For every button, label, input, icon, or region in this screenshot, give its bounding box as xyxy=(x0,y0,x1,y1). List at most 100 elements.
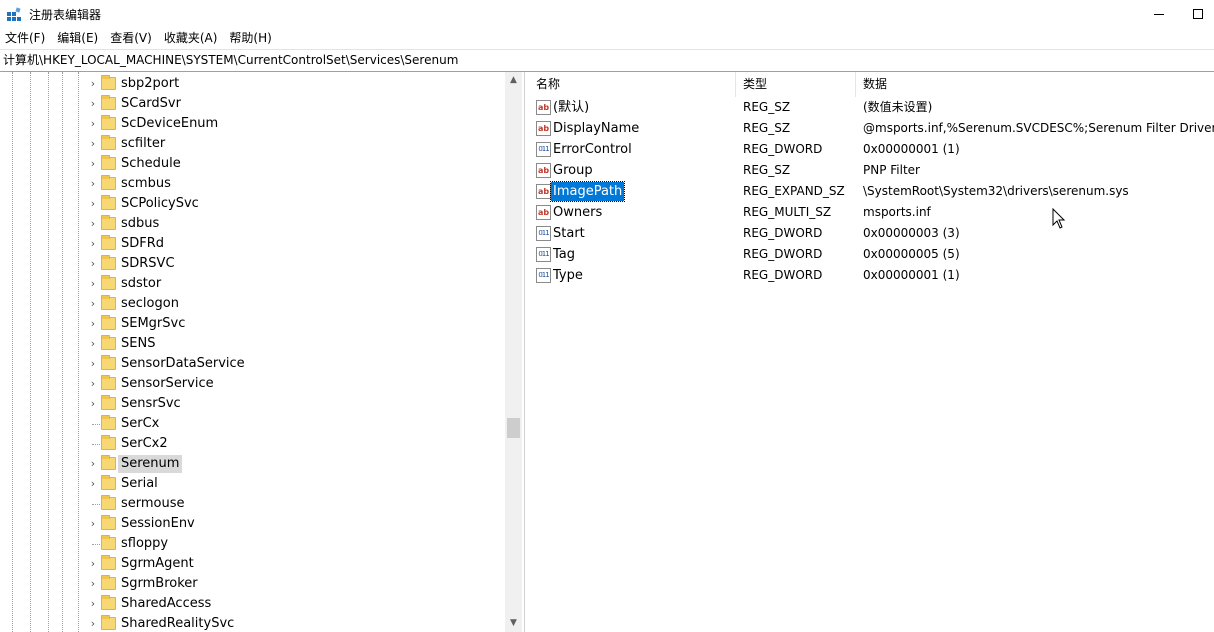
value-row[interactable]: ab Owners REG_MULTI_SZ msports.inf xyxy=(528,202,1214,223)
expand-chevron-icon[interactable]: › xyxy=(88,558,98,569)
tree-item-label: SENS xyxy=(121,336,156,351)
tree-item[interactable]: › SEMgrSvc xyxy=(0,314,505,334)
expand-chevron-icon[interactable]: › xyxy=(88,258,98,269)
tree-item[interactable]: sermouse xyxy=(0,494,505,514)
expand-chevron-icon[interactable]: › xyxy=(88,158,98,169)
tree-item[interactable]: › SharedRealitySvc xyxy=(0,614,505,632)
key-tree[interactable]: › sbp2port › SCardSvr › ScDeviceEnum › scfilter… xyxy=(0,72,524,632)
tree-item-label: seclogon xyxy=(121,296,179,311)
value-row[interactable]: 011 ErrorControl REG_DWORD 0x00000001 (1) xyxy=(528,139,1214,160)
expand-chevron-icon[interactable]: › xyxy=(88,358,98,369)
value-row[interactable]: 011 Type REG_DWORD 0x00000001 (1) xyxy=(528,265,1214,286)
tree-item[interactable]: SerCx2 xyxy=(0,434,505,454)
values-list[interactable]: 名称 类型 数据 ab (默认) REG_SZ (数值未设置) ab DisplayNam… xyxy=(528,72,1214,632)
value-data: (数值未设置) xyxy=(863,100,933,114)
tree-item[interactable]: › SharedAccess xyxy=(0,594,505,614)
expand-chevron-icon[interactable]: › xyxy=(88,518,98,529)
tree-item[interactable]: › SCardSvr xyxy=(0,94,505,114)
value-row[interactable]: ab DisplayName REG_SZ @msports.inf,%Serenum… xyxy=(528,118,1214,139)
value-type: REG_SZ xyxy=(743,100,791,114)
tree-item[interactable]: sfloppy xyxy=(0,534,505,554)
tree-connector-line xyxy=(92,504,100,505)
value-type: REG_DWORD xyxy=(743,268,823,282)
expand-chevron-icon[interactable]: › xyxy=(88,598,98,609)
expand-chevron-icon[interactable]: › xyxy=(88,118,98,129)
tree-item[interactable]: › Schedule xyxy=(0,154,505,174)
expand-chevron-icon[interactable]: › xyxy=(88,238,98,249)
tree-item[interactable]: › sdstor xyxy=(0,274,505,294)
folder-icon xyxy=(101,95,116,110)
tree-scrollbar[interactable]: ▲ ▼ xyxy=(505,72,522,632)
tree-item[interactable]: › sdbus xyxy=(0,214,505,234)
scroll-up-arrow-icon[interactable]: ▲ xyxy=(505,72,522,89)
expand-chevron-icon[interactable]: › xyxy=(88,98,98,109)
value-row[interactable]: ab (默认) REG_SZ (数值未设置) xyxy=(528,97,1214,118)
tree-item[interactable]: › Serial xyxy=(0,474,505,494)
column-header-data[interactable]: 数据 xyxy=(856,72,1214,97)
value-type: REG_MULTI_SZ xyxy=(743,205,832,219)
minimize-button[interactable] xyxy=(1136,0,1182,28)
value-row[interactable]: 011 Tag REG_DWORD 0x00000005 (5) xyxy=(528,244,1214,265)
maximize-button[interactable] xyxy=(1182,0,1214,28)
menu-file[interactable]: 文件(F) xyxy=(0,28,51,49)
tree-item[interactable]: › SDFRd xyxy=(0,234,505,254)
tree-item[interactable]: › SensrSvc xyxy=(0,394,505,414)
expand-chevron-icon[interactable]: › xyxy=(88,578,98,589)
expand-chevron-icon[interactable]: › xyxy=(88,458,98,469)
expand-chevron-icon[interactable]: › xyxy=(88,378,98,389)
tree-item[interactable]: › SgrmBroker xyxy=(0,574,505,594)
expand-chevron-icon[interactable]: › xyxy=(88,138,98,149)
tree-item[interactable]: › ScDeviceEnum xyxy=(0,114,505,134)
folder-icon xyxy=(101,595,116,610)
tree-item-label: Serenum xyxy=(118,455,183,473)
tree-connector-line xyxy=(92,424,100,425)
string-value-icon: ab xyxy=(536,121,551,136)
tree-item[interactable]: › SgrmAgent xyxy=(0,554,505,574)
tree-item[interactable]: › sbp2port xyxy=(0,74,505,94)
expand-chevron-icon[interactable]: › xyxy=(88,338,98,349)
tree-item[interactable]: › SCPolicySvc xyxy=(0,194,505,214)
column-header-name[interactable]: 名称 xyxy=(528,72,736,97)
value-row[interactable]: ab ImagePath REG_EXPAND_SZ \SystemRoot\Syst… xyxy=(528,181,1214,202)
tree-item[interactable]: › scfilter xyxy=(0,134,505,154)
expand-chevron-icon[interactable]: › xyxy=(88,478,98,489)
menu-view[interactable]: 查看(V) xyxy=(104,28,158,49)
expand-chevron-icon[interactable]: › xyxy=(88,178,98,189)
tree-item[interactable]: › SDRSVC xyxy=(0,254,505,274)
expand-chevron-icon[interactable]: › xyxy=(88,218,98,229)
tree-item-label: SCardSvr xyxy=(121,96,181,111)
value-data: 0x00000005 (5) xyxy=(863,247,960,261)
tree-item[interactable]: › SensorService xyxy=(0,374,505,394)
tree-item[interactable]: SerCx xyxy=(0,414,505,434)
expand-chevron-icon[interactable]: › xyxy=(88,78,98,89)
tree-item[interactable]: › scmbus xyxy=(0,174,505,194)
tree-item-label: SharedRealitySvc xyxy=(121,616,235,631)
value-row[interactable]: 011 Start REG_DWORD 0x00000003 (3) xyxy=(528,223,1214,244)
address-bar[interactable]: 计算机\HKEY_LOCAL_MACHINE\SYSTEM\CurrentCon… xyxy=(0,49,1214,72)
expand-chevron-icon[interactable]: › xyxy=(88,278,98,289)
folder-icon xyxy=(101,615,116,630)
menu-edit[interactable]: 编辑(E) xyxy=(51,28,104,49)
tree-item-label: Serial xyxy=(121,476,158,491)
folder-icon xyxy=(101,175,116,190)
scroll-thumb[interactable] xyxy=(507,418,520,438)
tree-item-label: SensorDataService xyxy=(121,356,245,371)
menu-help[interactable]: 帮助(H) xyxy=(223,28,277,49)
expand-chevron-icon[interactable]: › xyxy=(88,618,98,629)
expand-chevron-icon[interactable]: › xyxy=(88,318,98,329)
menu-favorites[interactable]: 收藏夹(A) xyxy=(158,28,224,49)
column-header-type[interactable]: 类型 xyxy=(736,72,856,97)
tree-item[interactable]: › SessionEnv xyxy=(0,514,505,534)
value-row[interactable]: ab Group REG_SZ PNP Filter xyxy=(528,160,1214,181)
expand-chevron-icon[interactable]: › xyxy=(88,398,98,409)
tree-item[interactable]: › seclogon xyxy=(0,294,505,314)
scroll-down-arrow-icon[interactable]: ▼ xyxy=(505,615,522,632)
value-data: @msports.inf,%Serenum.SVCDESC%;Serenum F… xyxy=(863,121,1214,135)
expand-chevron-icon[interactable]: › xyxy=(88,198,98,209)
tree-item[interactable]: › SensorDataService xyxy=(0,354,505,374)
folder-icon xyxy=(101,275,116,290)
tree-item-label: sdstor xyxy=(121,276,162,291)
expand-chevron-icon[interactable]: › xyxy=(88,298,98,309)
tree-item[interactable]: › SENS xyxy=(0,334,505,354)
tree-item[interactable]: › Serenum xyxy=(0,454,505,474)
